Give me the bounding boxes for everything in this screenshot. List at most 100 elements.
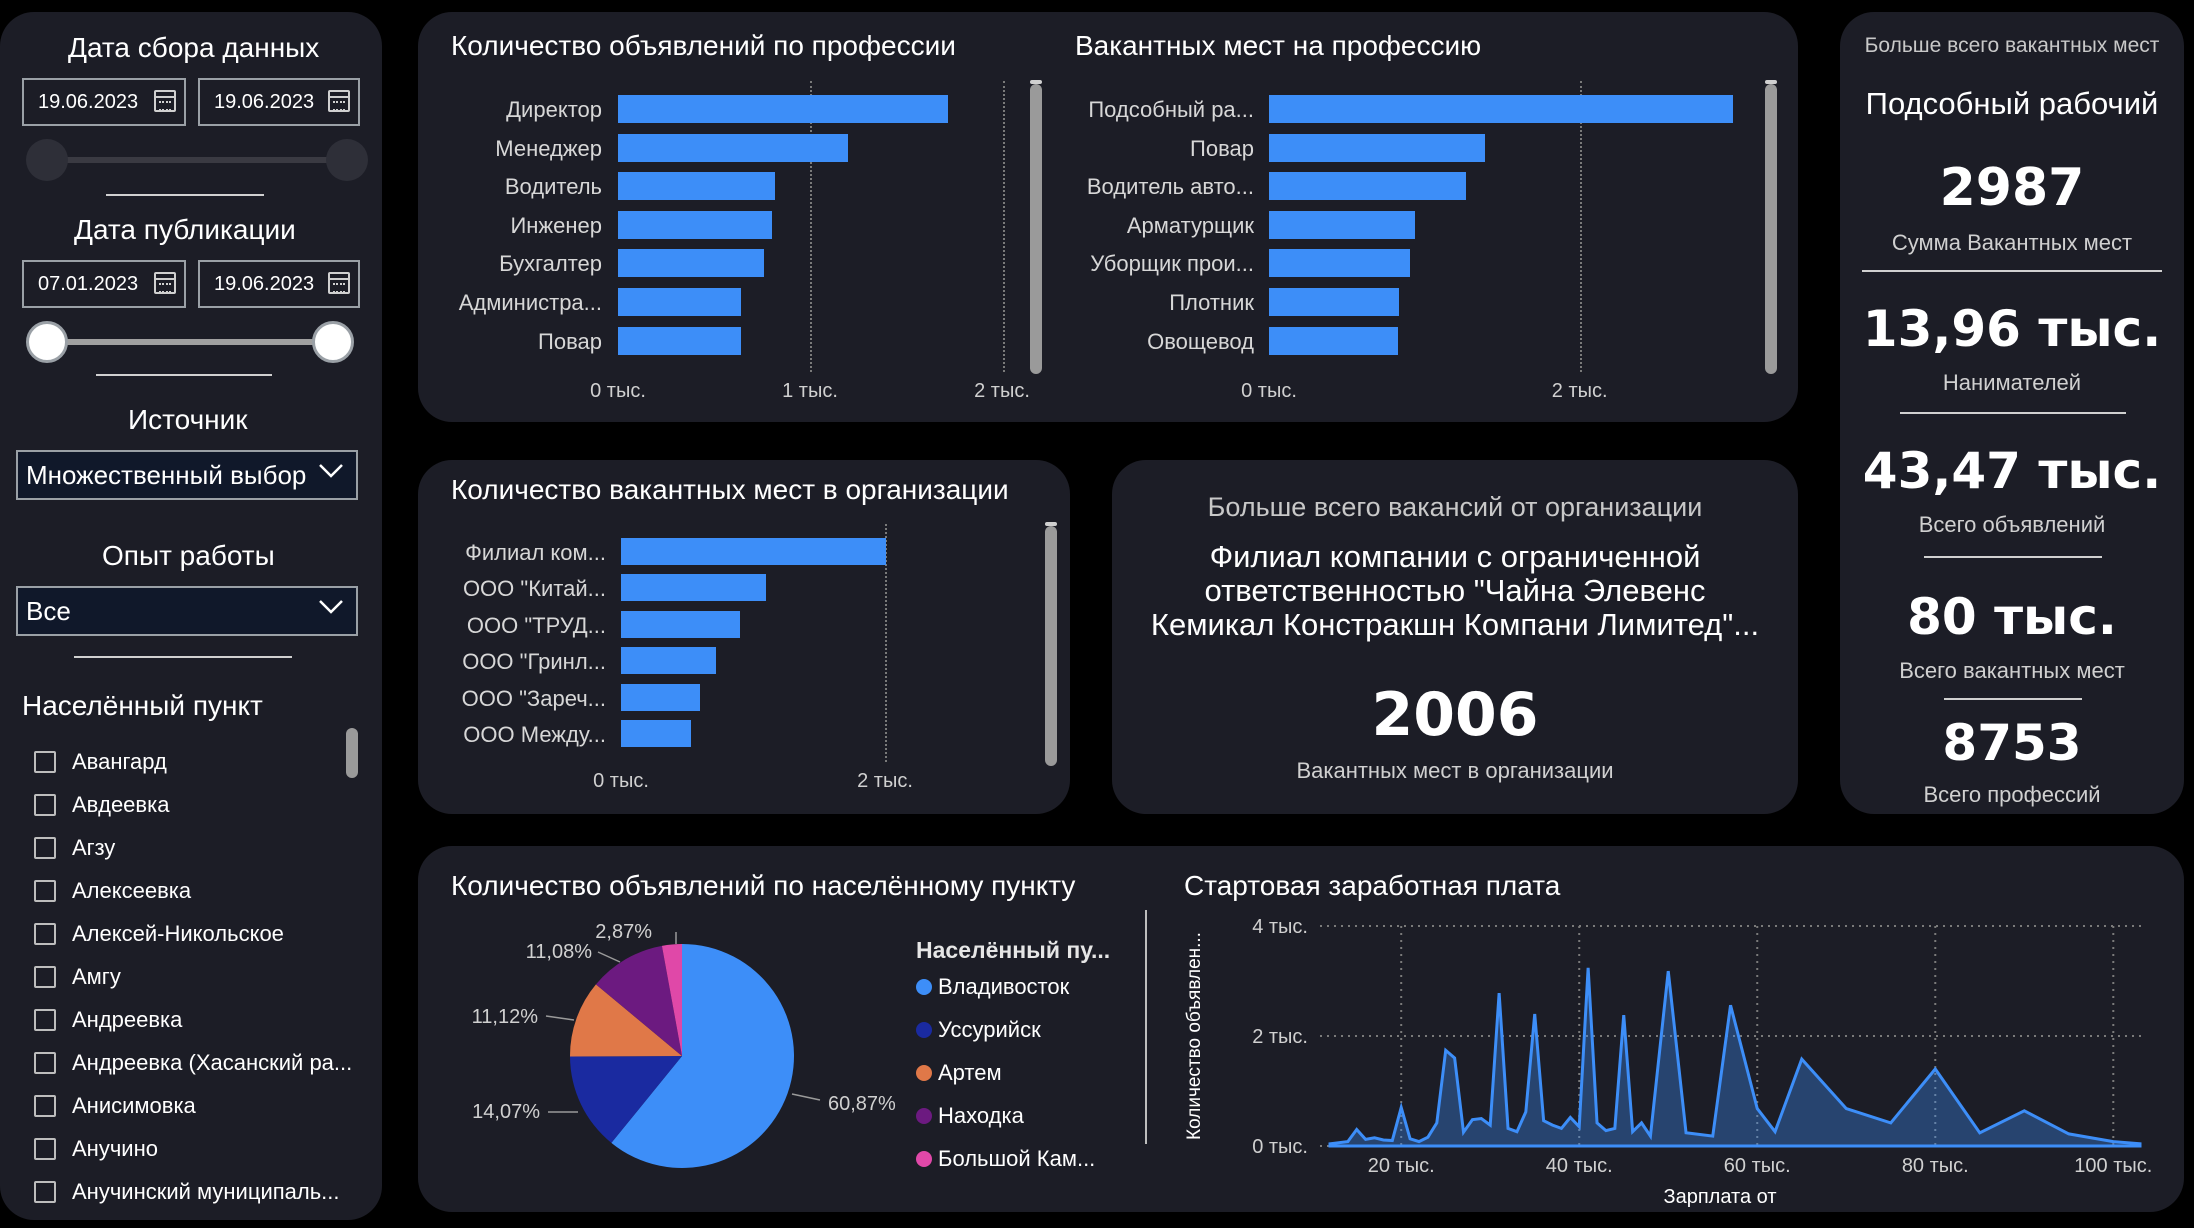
checkbox-icon[interactable] [34,1009,56,1031]
checkbox-icon[interactable] [34,966,56,988]
checkbox-icon[interactable] [34,1052,56,1074]
locality-option-label: Алексеевка [72,878,192,903]
locality-option-label: Андреевка [72,1007,183,1032]
checkbox-icon[interactable] [34,1138,56,1160]
locality-option[interactable]: Андреевка [34,1002,182,1038]
collect-date-to-value: 19.06.2023 [214,91,315,113]
bar[interactable] [618,172,776,201]
bar[interactable] [621,647,717,675]
bar[interactable] [618,133,849,162]
bar-category-label: ООО "ТРУД... [466,612,606,638]
vacancies-by-profession-scrollbar[interactable] [1765,84,1777,374]
pie-slice-label: 14,07% [472,1101,540,1123]
checkbox-icon[interactable] [34,880,56,902]
pie-legend-item[interactable]: Большой Кам... [916,1146,1095,1172]
locality-list-scrollbar[interactable] [346,728,358,778]
calendar-icon[interactable] [328,272,350,294]
locality-option[interactable]: Агзу [34,830,115,866]
locality-option[interactable]: Анисимовка [34,1088,196,1124]
pub-date-slider-end-handle[interactable] [312,321,354,363]
bar[interactable] [621,538,886,565]
y-tick-label: 0 тыс. [1252,1136,1308,1158]
bar[interactable] [1269,172,1467,201]
locality-option-label: Андреевка (Хасанский ра... [72,1050,353,1075]
kpi-caption: Всего объявлений [1918,512,2106,537]
pie-legend-item[interactable]: Владивосток [916,974,1069,1000]
pie-label-leader [597,951,621,963]
kpi-value: 8753 [1942,714,2082,772]
locality-option[interactable]: Анучинский муниципаль... [34,1174,340,1210]
bar-category-label: ООО "Гринл... [462,649,606,675]
bar[interactable] [618,326,741,355]
bar[interactable] [621,720,691,747]
locality-option[interactable]: Алексеевка [34,873,191,909]
bar-category-label: Бухгалтер [499,251,602,277]
pub-date-slider-track[interactable] [46,339,336,345]
bar[interactable] [1269,210,1415,239]
y-axis-label: Количество объявлен... [1184,932,1205,1140]
locality-option[interactable]: Авдеевка [34,787,169,823]
bar[interactable] [1269,326,1398,355]
bar[interactable] [618,288,741,316]
checkbox-icon[interactable] [34,794,56,816]
checkbox-icon[interactable] [34,751,56,773]
locality-option[interactable]: Амгу [34,959,121,995]
bar[interactable] [621,683,701,711]
kpi-panel: Больше всего вакантных мест Подсобный ра… [1840,12,2184,814]
pub-date-slider-start-handle[interactable] [26,321,68,363]
legend-dot-icon [916,979,932,995]
bar[interactable] [618,95,949,123]
kpi-value: 43,47 тыс. [1862,442,2162,500]
bar[interactable] [1269,133,1485,162]
pie-chart: 60,87% 14,07% 11,12% 11,08%2,87% [472,921,896,1168]
ads-by-profession-scrollbar[interactable] [1030,84,1042,374]
top-org-value: 2006 [1371,680,1539,750]
calendar-icon[interactable] [154,272,176,294]
bar[interactable] [621,610,740,638]
locality-title: Населённый пункт [22,690,263,721]
chevron-down-icon[interactable] [318,598,344,616]
divider [96,374,272,376]
bar-category-label: ООО "Китай... [462,576,606,602]
pie-legend-item[interactable]: Находка [916,1103,1024,1129]
locality-option[interactable]: Андреевка (Хасанский ра... [34,1045,352,1081]
locality-option[interactable]: Анучино [34,1131,158,1167]
calendar-icon[interactable] [154,90,176,112]
bar[interactable] [1269,95,1733,123]
collect-date-from-input[interactable]: 19.06.2023 [22,78,186,126]
chevron-down-icon[interactable] [318,462,344,480]
locality-option-label: Анучино [72,1136,158,1161]
locality-option-label: Авангард [72,749,167,774]
pie-legend-item[interactable]: Артем [916,1060,1002,1086]
calendar-icon[interactable] [328,90,350,112]
locality-option[interactable]: Авангард [34,744,167,780]
bar[interactable] [618,210,772,239]
pie-legend-item[interactable]: Уссурийск [916,1017,1041,1043]
bar-category-label: Повар [1190,135,1254,161]
pub-date-to-input[interactable]: 19.06.2023 [198,260,360,308]
vacancies-by-profession-title: Вакантных мест на профессию [1075,30,1482,61]
experience-dropdown[interactable]: Все [16,586,358,636]
bar-category-label: Подсобный ра... [1088,97,1254,122]
bar-category-label: ООО "Зареч... [461,685,606,711]
salary-area[interactable] [1328,967,2142,1148]
checkbox-icon[interactable] [34,837,56,859]
bar[interactable] [1269,288,1400,316]
collect-date-slider-end-handle[interactable] [326,139,368,181]
checkbox-icon[interactable] [34,1181,56,1203]
vacancies-by-org-scrollbar[interactable] [1045,526,1057,766]
bar-category-label: Администра... [458,290,602,315]
collect-date-slider-track[interactable] [46,157,346,163]
bar[interactable] [1269,249,1411,278]
bar[interactable] [618,249,764,278]
checkbox-icon[interactable] [34,1095,56,1117]
pie-label-leader [545,1015,575,1021]
bar[interactable] [621,574,767,602]
pub-date-from-input[interactable]: 07.01.2023 [22,260,186,308]
source-dropdown[interactable]: Множественный выбор [16,450,358,500]
kpi-caption: Всего профессий [1923,782,2101,807]
collect-date-to-input[interactable]: 19.06.2023 [198,78,360,126]
collect-date-slider-start-handle[interactable] [26,139,68,181]
locality-option[interactable]: Алексей-Никольское [34,916,284,952]
checkbox-icon[interactable] [34,923,56,945]
